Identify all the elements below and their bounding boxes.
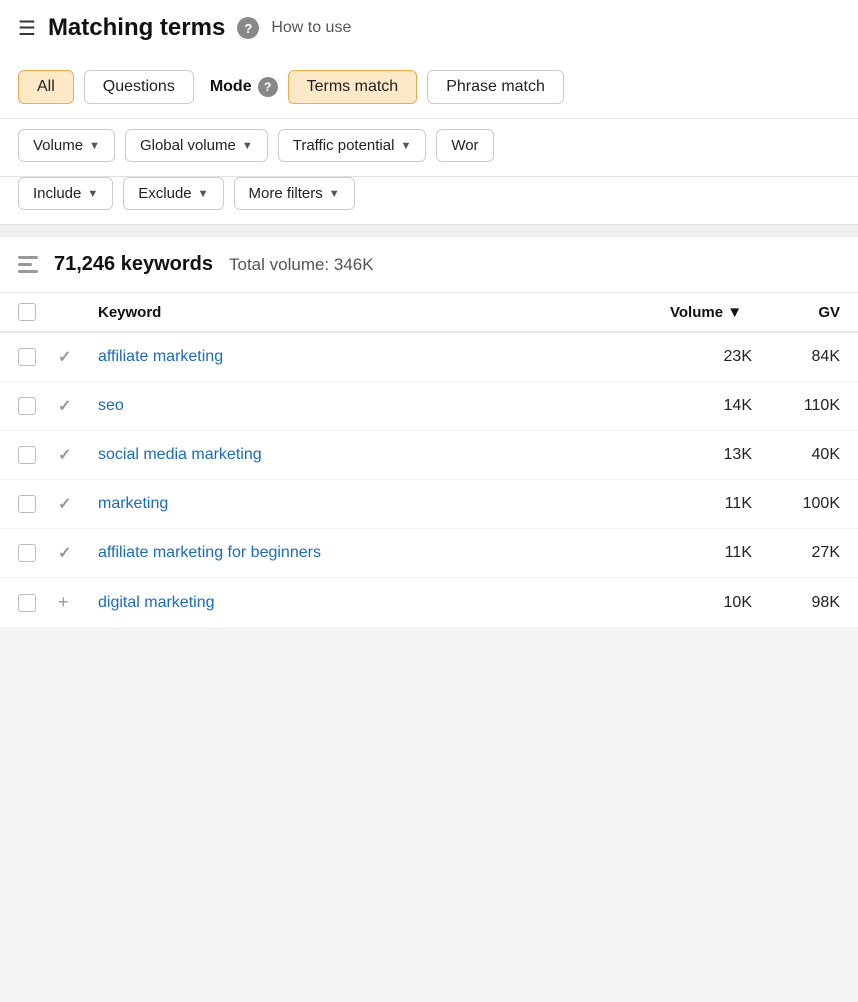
- keyword-link[interactable]: affiliate marketing for beginners: [98, 544, 670, 562]
- global-volume-dropdown[interactable]: Global volume ▼: [125, 129, 268, 162]
- table-row: + digital marketing 10K 98K: [0, 578, 858, 627]
- more-filters-dropdown[interactable]: More filters ▼: [234, 177, 355, 210]
- volume-value: 10K: [670, 594, 760, 612]
- mode-label: Mode ?: [210, 77, 278, 97]
- volume-value: 13K: [670, 446, 760, 464]
- volume-value: 23K: [670, 348, 760, 366]
- keywords-count: 71,246 keywords: [54, 253, 213, 276]
- table-row: ✓ affiliate marketing 23K 84K: [0, 333, 858, 382]
- page-title: Matching terms: [48, 14, 225, 42]
- row-checkbox[interactable]: [18, 446, 36, 464]
- row-checkbox[interactable]: [18, 495, 36, 513]
- tab-questions[interactable]: Questions: [84, 70, 194, 104]
- check-icon: ✓: [58, 445, 98, 465]
- gv-value: 84K: [760, 348, 840, 366]
- row-checkbox[interactable]: [18, 544, 36, 562]
- chevron-down-icon: ▼: [198, 188, 209, 200]
- gv-col-header: GV: [760, 304, 840, 321]
- wor-dropdown[interactable]: Wor: [436, 129, 493, 162]
- row-checkbox[interactable]: [18, 397, 36, 415]
- row-checkbox[interactable]: [18, 594, 36, 612]
- keyword-link[interactable]: marketing: [98, 495, 670, 513]
- dropdown-row-2: Include ▼ Exclude ▼ More filters ▼: [0, 177, 858, 225]
- volume-value: 14K: [670, 397, 760, 415]
- table-header: Keyword Volume ▼ GV: [0, 293, 858, 333]
- chevron-down-icon: ▼: [329, 188, 340, 200]
- volume-dropdown[interactable]: Volume ▼: [18, 129, 115, 162]
- check-icon: ✓: [58, 396, 98, 416]
- volume-col-header[interactable]: Volume ▼: [670, 304, 760, 321]
- keywords-table: Keyword Volume ▼ GV ✓ affiliate marketin…: [0, 293, 858, 627]
- chevron-down-icon: ▼: [87, 188, 98, 200]
- dropdown-row-1: Volume ▼ Global volume ▼ Traffic potenti…: [0, 119, 858, 177]
- how-to-use-link[interactable]: How to use: [271, 19, 351, 37]
- gv-value: 40K: [760, 446, 840, 464]
- total-volume: Total volume: 346K: [229, 255, 374, 275]
- table-row: ✓ seo 14K 110K: [0, 382, 858, 431]
- header-help-icon[interactable]: ?: [237, 17, 259, 39]
- keyword-col-header: Keyword: [98, 304, 670, 321]
- gv-value: 27K: [760, 544, 840, 562]
- gv-value: 98K: [760, 594, 840, 612]
- plus-icon: +: [58, 592, 98, 613]
- volume-value: 11K: [670, 544, 760, 562]
- chevron-down-icon: ▼: [400, 140, 411, 152]
- gv-value: 100K: [760, 495, 840, 513]
- volume-value: 11K: [670, 495, 760, 513]
- keyword-link[interactable]: affiliate marketing: [98, 348, 670, 366]
- keyword-link[interactable]: digital marketing: [98, 594, 670, 612]
- select-all-checkbox[interactable]: [18, 303, 36, 321]
- check-icon: ✓: [58, 347, 98, 367]
- traffic-potential-dropdown[interactable]: Traffic potential ▼: [278, 129, 427, 162]
- hamburger-icon[interactable]: ☰: [18, 16, 36, 41]
- keyword-link[interactable]: seo: [98, 397, 670, 415]
- check-icon: ✓: [58, 494, 98, 514]
- table-row: ✓ social media marketing 13K 40K: [0, 431, 858, 480]
- include-dropdown[interactable]: Include ▼: [18, 177, 113, 210]
- row-checkbox[interactable]: [18, 348, 36, 366]
- exclude-dropdown[interactable]: Exclude ▼: [123, 177, 223, 210]
- tab-terms-match[interactable]: Terms match: [288, 70, 418, 104]
- gv-value: 110K: [760, 397, 840, 415]
- table-row: ✓ affiliate marketing for beginners 11K …: [0, 529, 858, 578]
- chevron-down-icon: ▼: [89, 140, 100, 152]
- tab-all[interactable]: All: [18, 70, 74, 104]
- tab-phrase-match[interactable]: Phrase match: [427, 70, 564, 104]
- mode-help-icon[interactable]: ?: [258, 77, 278, 97]
- keyword-link[interactable]: social media marketing: [98, 446, 670, 464]
- filter-bar: All Questions Mode ? Terms match Phrase …: [0, 56, 858, 119]
- stats-row: 71,246 keywords Total volume: 346K: [0, 237, 858, 293]
- chevron-down-icon: ▼: [242, 140, 253, 152]
- section-divider: [0, 225, 858, 237]
- header: ☰ Matching terms ? How to use: [0, 0, 858, 56]
- table-row: ✓ marketing 11K 100K: [0, 480, 858, 529]
- sort-lines-icon[interactable]: [18, 256, 38, 273]
- check-icon: ✓: [58, 543, 98, 563]
